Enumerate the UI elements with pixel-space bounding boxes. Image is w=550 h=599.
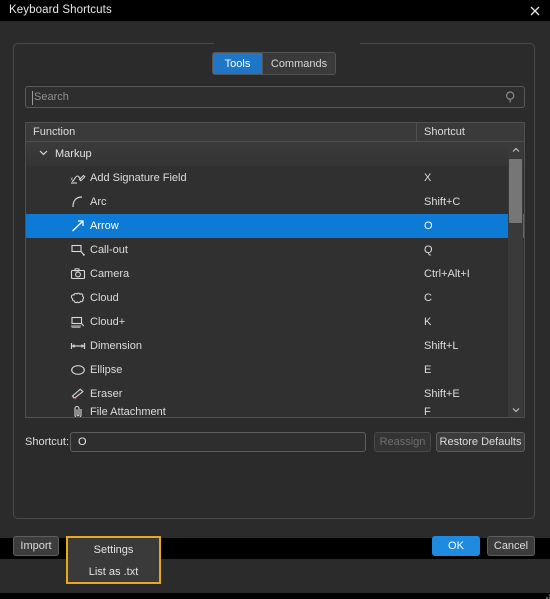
row-function-name: Call-out — [90, 238, 128, 262]
table-row[interactable]: Camera Ctrl+Alt+I — [26, 262, 524, 286]
cloud-icon — [69, 286, 87, 310]
scrollbar-thumb[interactable] — [509, 159, 522, 223]
call-out-icon — [69, 238, 87, 262]
shortcut-input[interactable]: O — [70, 432, 366, 452]
cloud-plus-icon — [69, 310, 87, 334]
row-shortcut: Shift+E — [417, 382, 460, 406]
row-function-name: Add Signature Field — [90, 166, 187, 190]
reassign-button[interactable]: Reassign — [374, 432, 431, 452]
table-row[interactable]: Cloud C — [26, 286, 524, 310]
menu-item-list-as-txt[interactable]: List as .txt — [68, 561, 159, 583]
row-function-name: Arc — [90, 190, 107, 214]
row-function-name: File Attachment — [90, 406, 166, 418]
search-icon — [504, 90, 518, 107]
row-function-name: Eraser — [90, 382, 122, 406]
row-shortcut: E — [417, 358, 431, 382]
chevron-down-icon[interactable] — [508, 403, 523, 417]
row-function-name: Camera — [90, 262, 129, 286]
shortcuts-table: Function Shortcut Markup — [25, 122, 525, 418]
title-bar: Keyboard Shortcuts — [0, 0, 550, 21]
row-shortcut: O — [417, 214, 433, 238]
cancel-button[interactable]: Cancel — [487, 536, 535, 556]
chevron-up-icon[interactable] — [508, 143, 523, 157]
table-row[interactable]: Cloud+ K — [26, 310, 524, 334]
row-function-name: Arrow — [90, 214, 119, 238]
row-function-name: Ellipse — [90, 358, 122, 382]
column-header-shortcut[interactable]: Shortcut — [417, 123, 524, 141]
table-row-selected[interactable]: Arrow O — [26, 214, 524, 238]
chevron-down-icon[interactable] — [39, 148, 48, 160]
dialog-body: Tools Commands Search Function Shortcut — [0, 21, 550, 538]
row-shortcut: Ctrl+Alt+I — [417, 262, 470, 286]
row-function-name: Cloud+ — [90, 310, 125, 334]
row-shortcut: C — [417, 286, 432, 310]
shortcut-label: Shortcut: — [25, 436, 69, 448]
row-shortcut: K — [417, 310, 431, 334]
eraser-icon — [69, 382, 87, 406]
close-icon[interactable] — [526, 3, 544, 19]
ok-button[interactable]: OK — [432, 536, 480, 556]
row-shortcut: X — [417, 166, 431, 190]
row-function-name: Dimension — [90, 334, 142, 358]
table-row[interactable]: Arc Shift+C — [26, 190, 524, 214]
add-signature-field-icon: x — [69, 166, 87, 190]
export-dropdown-menu: Settings List as .txt — [66, 536, 161, 584]
tab-commands[interactable]: Commands — [262, 53, 335, 74]
tab-bar: Tools Commands — [212, 52, 336, 75]
restore-defaults-button[interactable]: Restore Defaults — [436, 432, 525, 452]
search-field[interactable]: Search — [25, 86, 525, 108]
row-shortcut: F — [417, 406, 431, 418]
groupbox-notch — [214, 43, 360, 46]
group-label: Markup — [55, 148, 92, 160]
table-body: Markup x Add Signature Field X — [25, 142, 525, 418]
arrow-icon — [69, 214, 87, 238]
ellipse-icon — [69, 358, 87, 382]
column-header-function[interactable]: Function — [26, 123, 417, 141]
row-shortcut: Shift+L — [417, 334, 459, 358]
table-row[interactable]: File Attachment F — [26, 406, 524, 418]
keyboard-shortcuts-window: Keyboard Shortcuts Tools Commands Search — [0, 0, 550, 585]
tab-tools[interactable]: Tools — [213, 53, 262, 74]
import-button[interactable]: Import — [13, 536, 59, 556]
dimension-icon — [69, 334, 87, 358]
search-caret — [32, 91, 33, 105]
row-function-name: Cloud — [90, 286, 119, 310]
camera-icon — [69, 262, 87, 286]
row-shortcut: Q — [417, 238, 433, 262]
row-shortcut: Shift+C — [417, 190, 460, 214]
menu-item-settings[interactable]: Settings — [68, 539, 159, 561]
group-row-markup[interactable]: Markup — [26, 142, 524, 166]
table-header: Function Shortcut — [25, 122, 525, 142]
table-row[interactable]: Ellipse E — [26, 358, 524, 382]
table-row[interactable]: Dimension Shift+L — [26, 334, 524, 358]
search-placeholder: Search — [34, 91, 69, 103]
table-row[interactable]: Call-out Q — [26, 238, 524, 262]
file-attachment-icon — [69, 406, 87, 418]
arc-icon — [69, 190, 87, 214]
vertical-scrollbar[interactable] — [508, 143, 523, 417]
table-row[interactable]: x Add Signature Field X — [26, 166, 524, 190]
table-row[interactable]: Eraser Shift+E — [26, 382, 524, 406]
window-title: Keyboard Shortcuts — [9, 4, 112, 16]
